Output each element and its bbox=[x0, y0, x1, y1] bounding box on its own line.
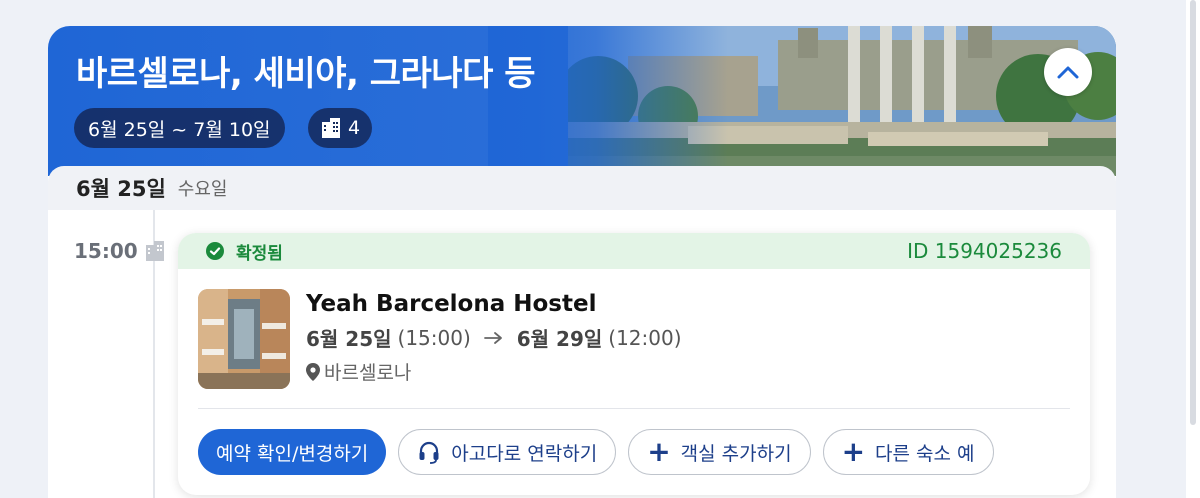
contact-agoda-button[interactable]: 아고다로 연락하기 bbox=[398, 429, 617, 475]
location-text: 바르셀로나 bbox=[324, 362, 412, 384]
manage-booking-label: 예약 확인/변경하기 bbox=[216, 442, 369, 465]
actions-fade bbox=[1050, 423, 1090, 483]
checkout-date: 6월 29일 bbox=[516, 327, 603, 351]
arrow-right-icon bbox=[483, 331, 502, 344]
day-header: 6월 25일 수요일 bbox=[48, 166, 1116, 210]
scrollbar-track[interactable] bbox=[1186, 0, 1200, 498]
chevron-up-icon bbox=[1057, 66, 1079, 79]
plus-icon: + bbox=[841, 435, 866, 468]
hotel-location: 바르셀로나 bbox=[306, 358, 682, 385]
hotel-name[interactable]: Yeah Barcelona Hostel bbox=[306, 291, 682, 317]
add-room-button[interactable]: + 객실 추가하기 bbox=[628, 429, 811, 475]
event-time-label: 15:00 bbox=[74, 239, 166, 263]
trip-card: 바르셀로나, 세비야, 그라나다 등 6월 25일 ~ 7월 10일 4 6월 … bbox=[48, 26, 1116, 498]
day-weekday: 수요일 bbox=[177, 179, 228, 200]
divider bbox=[198, 408, 1070, 409]
day-date: 6월 25일 bbox=[76, 177, 166, 201]
add-room-label: 객실 추가하기 bbox=[680, 442, 792, 465]
trip-dates-pill: 6월 25일 ~ 7월 10일 bbox=[74, 108, 285, 148]
booking-actions: 예약 확인/변경하기 아고다로 연락하기 + 객실 추가하기 + 다른 숙소 예 bbox=[198, 429, 1078, 475]
other-stay-label: 다른 숙소 예 bbox=[875, 442, 975, 465]
hotel-summary: Yeah Barcelona Hostel 6월 25일 (15:00) 6월 … bbox=[198, 289, 682, 389]
hotel-photo bbox=[198, 289, 290, 389]
booking-status: 확정됨 bbox=[236, 243, 283, 264]
booking-id: ID 1594025236 bbox=[907, 239, 1062, 263]
building-icon bbox=[145, 241, 164, 261]
hotel-count-pill: 4 bbox=[308, 108, 373, 148]
check-circle-icon bbox=[206, 242, 224, 260]
contact-agoda-label: 아고다로 연락하기 bbox=[451, 442, 598, 465]
booking-status-bar: 확정됨 ID 1594025236 bbox=[178, 233, 1090, 269]
trip-title: 바르셀로나, 세비야, 그라나다 등 bbox=[76, 54, 535, 94]
checkout-time: (12:00) bbox=[608, 325, 682, 350]
scrollbar-thumb[interactable] bbox=[1190, 0, 1196, 425]
headset-icon bbox=[419, 441, 439, 464]
manage-booking-button[interactable]: 예약 확인/변경하기 bbox=[198, 429, 387, 475]
stay-dates: 6월 25일 (15:00) 6월 29일 (12:00) bbox=[306, 323, 682, 352]
map-pin-icon bbox=[306, 362, 320, 381]
building-icon bbox=[322, 118, 340, 138]
trip-hero-banner: 바르셀로나, 세비야, 그라나다 등 6월 25일 ~ 7월 10일 4 bbox=[48, 26, 1116, 176]
event-time: 15:00 bbox=[74, 239, 138, 263]
hotel-count: 4 bbox=[348, 117, 361, 139]
collapse-button[interactable] bbox=[1044, 48, 1092, 96]
booking-card[interactable]: 확정됨 ID 1594025236 Yeah Barcelona Hostel … bbox=[178, 233, 1090, 495]
checkin-date: 6월 25일 bbox=[306, 327, 392, 351]
plus-icon: + bbox=[647, 435, 671, 468]
checkin-time: (15:00) bbox=[397, 325, 471, 350]
other-stay-button[interactable]: + 다른 숙소 예 bbox=[822, 429, 994, 475]
